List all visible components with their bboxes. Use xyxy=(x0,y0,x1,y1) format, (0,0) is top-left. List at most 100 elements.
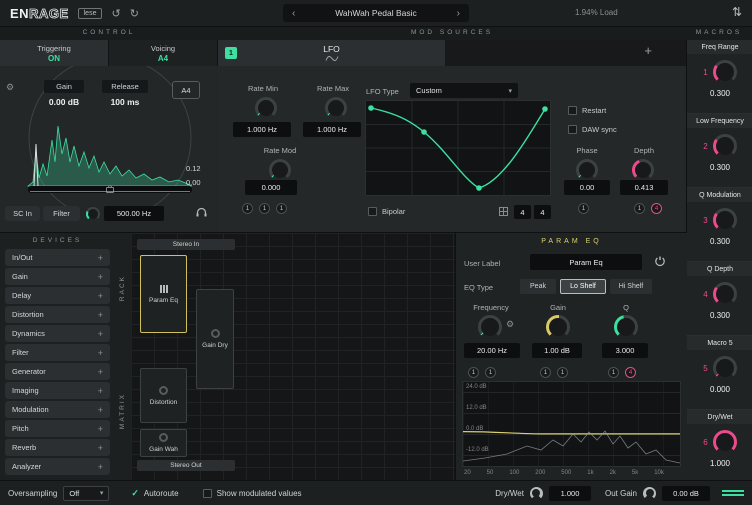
eq-type-hi-shelf-button[interactable]: Hi Shelf xyxy=(610,279,652,294)
release-value[interactable]: 100 ms xyxy=(103,97,147,107)
rate-min-value[interactable]: 1.000 Hz xyxy=(233,122,291,137)
lock-icon[interactable] xyxy=(106,187,114,193)
macro-knob[interactable] xyxy=(713,282,737,306)
preset-name[interactable]: WahWah Pedal Basic xyxy=(335,8,417,18)
mod-slot[interactable]: 1 xyxy=(242,203,253,214)
device-category-item[interactable]: Filter + xyxy=(5,344,110,361)
undo-icon[interactable]: ↺ xyxy=(111,7,120,20)
device-category-item[interactable]: Modulation + xyxy=(5,401,110,418)
rate-max-value[interactable]: 1.000 Hz xyxy=(303,122,361,137)
grid-y-value[interactable]: 4 xyxy=(534,205,551,219)
device-category-item[interactable]: Reverb + xyxy=(5,439,110,456)
device-category-item[interactable]: Generator + xyxy=(5,363,110,380)
oversampling-dropdown[interactable]: Off ▾ xyxy=(63,486,109,501)
mod-slot[interactable]: 1 xyxy=(540,367,551,378)
rate-mod-knob[interactable] xyxy=(269,159,291,181)
depth-knob[interactable] xyxy=(632,159,654,181)
daw-sync-checkbox[interactable] xyxy=(568,125,577,134)
tab-lfo-1[interactable]: 1 LFO xyxy=(218,40,445,66)
outgain-knob[interactable] xyxy=(643,487,656,500)
mod-slot[interactable]: 1 xyxy=(276,203,287,214)
macro-value[interactable]: 0.300 xyxy=(687,311,752,320)
lfo-curve-point[interactable] xyxy=(476,185,482,191)
mod-slot[interactable]: 1 xyxy=(259,203,270,214)
add-device-icon[interactable]: + xyxy=(98,348,103,358)
mod-slot[interactable]: 1 xyxy=(578,203,589,214)
eq-response-graph[interactable]: 24.0 dB12.0 dB0.0 dB-12.0 dB xyxy=(462,381,681,467)
macro-knob[interactable] xyxy=(713,208,737,232)
tab-triggering[interactable]: Triggering ON xyxy=(0,40,109,66)
lfo-curve-point[interactable] xyxy=(368,105,374,111)
macro-knob[interactable] xyxy=(713,134,737,158)
autoroute-checkbox[interactable]: ✓ xyxy=(131,488,139,499)
device-category-item[interactable]: Distortion + xyxy=(5,306,110,323)
add-mod-source-button[interactable]: + xyxy=(644,43,652,58)
filter-freq-knob[interactable] xyxy=(86,207,100,221)
device-category-item[interactable]: Imaging + xyxy=(5,382,110,399)
filter-freq-value[interactable]: 500.00 Hz xyxy=(104,206,164,221)
stereo-in-node[interactable]: Stereo In xyxy=(137,239,235,250)
eq-gain-value[interactable]: 1.00 dB xyxy=(532,343,582,358)
q-value[interactable]: 3.000 xyxy=(602,343,648,358)
add-device-icon[interactable]: + xyxy=(98,367,103,377)
device-category-item[interactable]: Dynamics + xyxy=(5,325,110,342)
add-device-icon[interactable]: + xyxy=(98,329,103,339)
rate-mod-value[interactable]: 0.000 xyxy=(245,180,297,195)
mod-slot[interactable]: 1 xyxy=(485,367,496,378)
macro-value[interactable]: 1.000 xyxy=(687,459,752,468)
lfo-curve-point[interactable] xyxy=(421,129,427,135)
frequency-knob[interactable] xyxy=(478,315,502,339)
preset-next-icon[interactable]: › xyxy=(457,8,460,19)
grid-x-value[interactable]: 4 xyxy=(514,205,531,219)
add-device-icon[interactable]: + xyxy=(98,386,103,396)
eq-type-peak-button[interactable]: Peak xyxy=(520,279,556,294)
mod-slot[interactable]: 1 xyxy=(557,367,568,378)
show-modulated-checkbox[interactable] xyxy=(203,489,212,498)
phase-value[interactable]: 0.00 xyxy=(564,180,610,195)
mod-slot-active[interactable]: 4 xyxy=(651,203,662,214)
add-device-icon[interactable]: + xyxy=(98,462,103,472)
lfo-type-dropdown[interactable]: Custom ▾ xyxy=(410,83,518,98)
lfo-curve-point[interactable] xyxy=(542,106,548,112)
phase-knob[interactable] xyxy=(576,159,598,181)
depth-value[interactable]: 0.413 xyxy=(620,180,668,195)
note-a4-button[interactable]: A4 xyxy=(172,81,200,99)
q-knob[interactable] xyxy=(614,315,638,339)
rate-max-knob[interactable] xyxy=(325,97,347,119)
macro-knob[interactable] xyxy=(713,356,737,380)
macro-knob[interactable] xyxy=(713,430,737,454)
mod-slot[interactable]: 1 xyxy=(608,367,619,378)
grid-snap-icon[interactable] xyxy=(499,207,508,216)
macro-value[interactable]: 0.300 xyxy=(687,163,752,172)
mod-slot-active[interactable]: 4 xyxy=(625,367,636,378)
preset-prev-icon[interactable]: ‹ xyxy=(292,8,295,19)
power-icon[interactable] xyxy=(654,255,666,267)
device-block-param-eq[interactable]: Param Eq xyxy=(140,255,187,333)
rate-min-knob[interactable] xyxy=(255,97,277,119)
redo-icon[interactable]: ↻ xyxy=(130,7,139,20)
device-block-gain-wah[interactable]: Gain Wah xyxy=(140,429,187,457)
device-category-item[interactable]: Pitch + xyxy=(5,420,110,437)
trigger-settings-gear-icon[interactable]: ⚙ xyxy=(6,82,14,93)
device-block-gain-dry[interactable]: Gain Dry xyxy=(196,289,234,389)
drywet-value[interactable]: 1.000 xyxy=(549,486,591,501)
threshold-slider[interactable] xyxy=(28,186,192,193)
stereo-out-node[interactable]: Stereo Out xyxy=(137,460,235,471)
device-name-input[interactable]: Param Eq xyxy=(530,254,642,270)
macro-value[interactable]: 0.300 xyxy=(687,89,752,98)
macro-value[interactable]: 0.300 xyxy=(687,237,752,246)
add-device-icon[interactable]: + xyxy=(98,310,103,320)
outgain-value[interactable]: 0.00 dB xyxy=(662,486,710,501)
device-category-item[interactable]: Delay + xyxy=(5,287,110,304)
bipolar-checkbox[interactable] xyxy=(368,207,377,216)
eq-type-lo-shelf-button[interactable]: Lo Shelf xyxy=(560,279,606,294)
device-category-item[interactable]: In/Out + xyxy=(5,249,110,266)
restart-checkbox[interactable] xyxy=(568,106,577,115)
macro-knob[interactable] xyxy=(713,60,737,84)
filter-button[interactable]: Filter xyxy=(43,206,80,221)
add-device-icon[interactable]: + xyxy=(98,291,103,301)
drywet-knob[interactable] xyxy=(530,487,543,500)
tab-voicing[interactable]: Voicing A4 xyxy=(109,40,218,66)
sc-in-button[interactable]: SC In xyxy=(5,206,40,221)
frequency-value[interactable]: 20.00 Hz xyxy=(464,343,520,358)
